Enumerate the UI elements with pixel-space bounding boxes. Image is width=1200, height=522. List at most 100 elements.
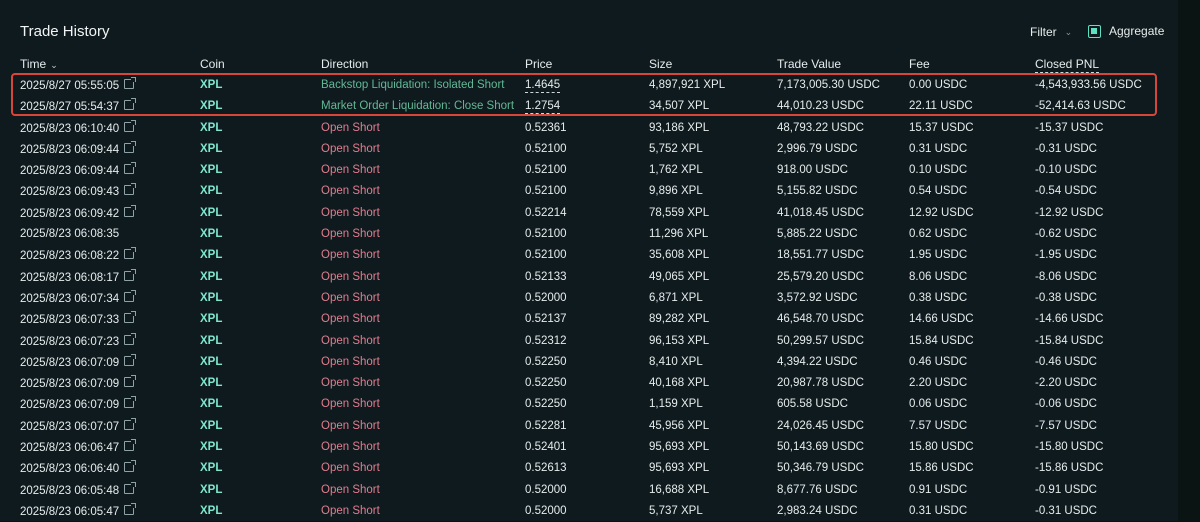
- header-closed-pnl[interactable]: Closed PNL: [1035, 57, 1100, 73]
- external-link-icon[interactable]: [124, 98, 137, 111]
- cell-price: 0.52401: [525, 441, 567, 453]
- cell-closed-pnl-text: -0.38 USDC: [1035, 291, 1097, 304]
- cell-price-text: 0.52100: [525, 249, 567, 262]
- cell-coin[interactable]: XPL: [200, 356, 222, 368]
- external-link-icon[interactable]: [124, 396, 137, 409]
- external-link-icon[interactable]: [124, 353, 137, 366]
- cell-coin[interactable]: XPL: [200, 313, 222, 325]
- cell-direction-text: Open Short: [321, 313, 380, 326]
- cell-price-text: 0.52000: [525, 291, 567, 304]
- cell-time: 2025/8/23 06:08:17: [20, 268, 137, 284]
- table-row: 2025/8/23 06:05:48 XPL Open Short 0.52000 16…: [0, 480, 1178, 501]
- cell-closed-pnl-text: -15.80 USDC: [1035, 441, 1104, 454]
- cell-trade-value: 44,010.23 USDC: [777, 100, 864, 112]
- cell-time-text: 2025/8/23 06:08:17: [20, 271, 120, 284]
- table-row: 2025/8/23 06:09:42 XPL Open Short 0.52214 78…: [0, 203, 1178, 224]
- cell-time: 2025/8/23 06:09:44: [20, 140, 137, 156]
- external-link-icon[interactable]: [124, 481, 137, 494]
- cell-fee-text: 0.91 USDC: [909, 483, 968, 496]
- filter-dropdown[interactable]: Filter ⌄: [1030, 25, 1072, 39]
- external-link-icon[interactable]: [124, 460, 137, 473]
- external-link-icon[interactable]: [124, 247, 137, 260]
- cell-size-text: 6,871 XPL: [649, 291, 703, 304]
- cell-size-text: 5,737 XPL: [649, 504, 703, 517]
- cell-coin[interactable]: XPL: [200, 292, 222, 304]
- external-link-icon[interactable]: [124, 417, 137, 430]
- cell-direction-text: Open Short: [321, 377, 380, 390]
- cell-closed-pnl-text: -15.86 USDC: [1035, 462, 1104, 475]
- cell-closed-pnl: -0.10 USDC: [1035, 164, 1097, 176]
- external-link-icon[interactable]: [124, 119, 137, 132]
- cell-coin[interactable]: XPL: [200, 249, 222, 261]
- cell-price: 0.52250: [525, 398, 567, 410]
- cell-coin[interactable]: XPL: [200, 143, 222, 155]
- cell-coin[interactable]: XPL: [200, 228, 222, 240]
- external-link-icon[interactable]: [124, 162, 137, 175]
- trade-history-panel: Trade History Filter ⌄ Aggregate Time ⌄ C…: [0, 0, 1179, 521]
- cell-price: 0.52000: [525, 484, 567, 496]
- cell-coin[interactable]: XPL: [200, 122, 222, 134]
- cell-coin[interactable]: XPL: [200, 207, 222, 219]
- cell-time: 2025/8/23 06:09:43: [20, 183, 137, 198]
- cell-coin[interactable]: XPL: [200, 164, 222, 176]
- cell-trade-value: 48,793.22 USDC: [777, 122, 864, 134]
- external-link-icon[interactable]: [124, 268, 137, 281]
- cell-closed-pnl: -1.95 USDC: [1035, 249, 1097, 261]
- cell-coin-text: XPL: [200, 504, 223, 517]
- cell-size-text: 78,559 XPL: [649, 206, 710, 219]
- cell-closed-pnl: -0.06 USDC: [1035, 398, 1097, 410]
- cell-coin[interactable]: XPL: [200, 185, 222, 197]
- aggregate-checkbox[interactable]: [1088, 24, 1101, 38]
- cell-fee-text: 22.11 USDC: [909, 100, 973, 113]
- cell-price: 0.52250: [525, 356, 567, 368]
- cell-closed-pnl: -0.38 USDC: [1035, 292, 1097, 304]
- cell-coin[interactable]: XPL: [200, 100, 222, 112]
- external-link-icon[interactable]: [124, 77, 137, 89]
- cell-coin[interactable]: XPL: [200, 484, 222, 496]
- cell-trade-value-text: 20,987.78 USDC: [777, 377, 864, 390]
- cell-closed-pnl-text: -0.62 USDC: [1035, 228, 1097, 241]
- cell-coin[interactable]: XPL: [200, 441, 222, 453]
- cell-coin-text: XPL: [200, 164, 223, 177]
- cell-price: 0.52100: [525, 164, 567, 176]
- cell-direction-text: Open Short: [321, 249, 380, 262]
- cell-size: 89,282 XPL: [649, 313, 709, 325]
- cell-direction-text: Open Short: [321, 398, 380, 411]
- cell-fee-text: 0.10 USDC: [909, 164, 968, 177]
- side-background: [1178, 0, 1200, 521]
- aggregate-toggle[interactable]: Aggregate: [1088, 24, 1164, 38]
- cell-fee: 0.00 USDC: [909, 79, 967, 91]
- cell-fee-text: 15.80 USDC: [909, 441, 974, 454]
- cell-trade-value-text: 41,018.45 USDC: [777, 206, 864, 219]
- cell-direction-text: Open Short: [321, 441, 380, 454]
- cell-direction: Open Short: [321, 441, 380, 453]
- cell-time-text: 2025/8/23 06:10:40: [20, 122, 120, 135]
- header-time[interactable]: Time ⌄: [20, 57, 58, 71]
- external-link-icon[interactable]: [124, 311, 137, 324]
- cell-trade-value: 5,155.82 USDC: [777, 185, 858, 197]
- cell-coin[interactable]: XPL: [200, 462, 222, 474]
- cell-fee: 14.66 USDC: [909, 313, 974, 325]
- external-link-icon[interactable]: [124, 332, 137, 345]
- external-link-icon[interactable]: [124, 140, 137, 153]
- cell-coin[interactable]: XPL: [200, 271, 222, 283]
- external-link-icon[interactable]: [124, 183, 137, 196]
- external-link-icon[interactable]: [124, 204, 137, 217]
- external-link-icon[interactable]: [124, 439, 137, 452]
- cell-size: 4,897,921 XPL: [649, 79, 725, 91]
- cell-price-text: 1.2754: [525, 100, 561, 115]
- cell-coin[interactable]: XPL: [200, 398, 222, 410]
- sort-chevron-icon[interactable]: ⌄: [50, 60, 58, 70]
- external-link-icon[interactable]: [124, 375, 137, 388]
- external-link-icon[interactable]: [124, 289, 137, 302]
- cell-coin[interactable]: XPL: [200, 377, 222, 389]
- cell-direction-text: Market Order Liquidation: Close Short: [321, 100, 515, 113]
- cell-closed-pnl-text: -1.95 USDC: [1035, 249, 1097, 262]
- cell-coin[interactable]: XPL: [200, 79, 222, 91]
- cell-coin[interactable]: XPL: [200, 420, 222, 432]
- cell-closed-pnl-text: -0.91 USDC: [1035, 483, 1097, 496]
- cell-coin[interactable]: XPL: [200, 335, 222, 347]
- cell-coin[interactable]: XPL: [200, 505, 222, 517]
- cell-price-text: 0.52312: [525, 334, 567, 347]
- external-link-icon[interactable]: [124, 502, 137, 515]
